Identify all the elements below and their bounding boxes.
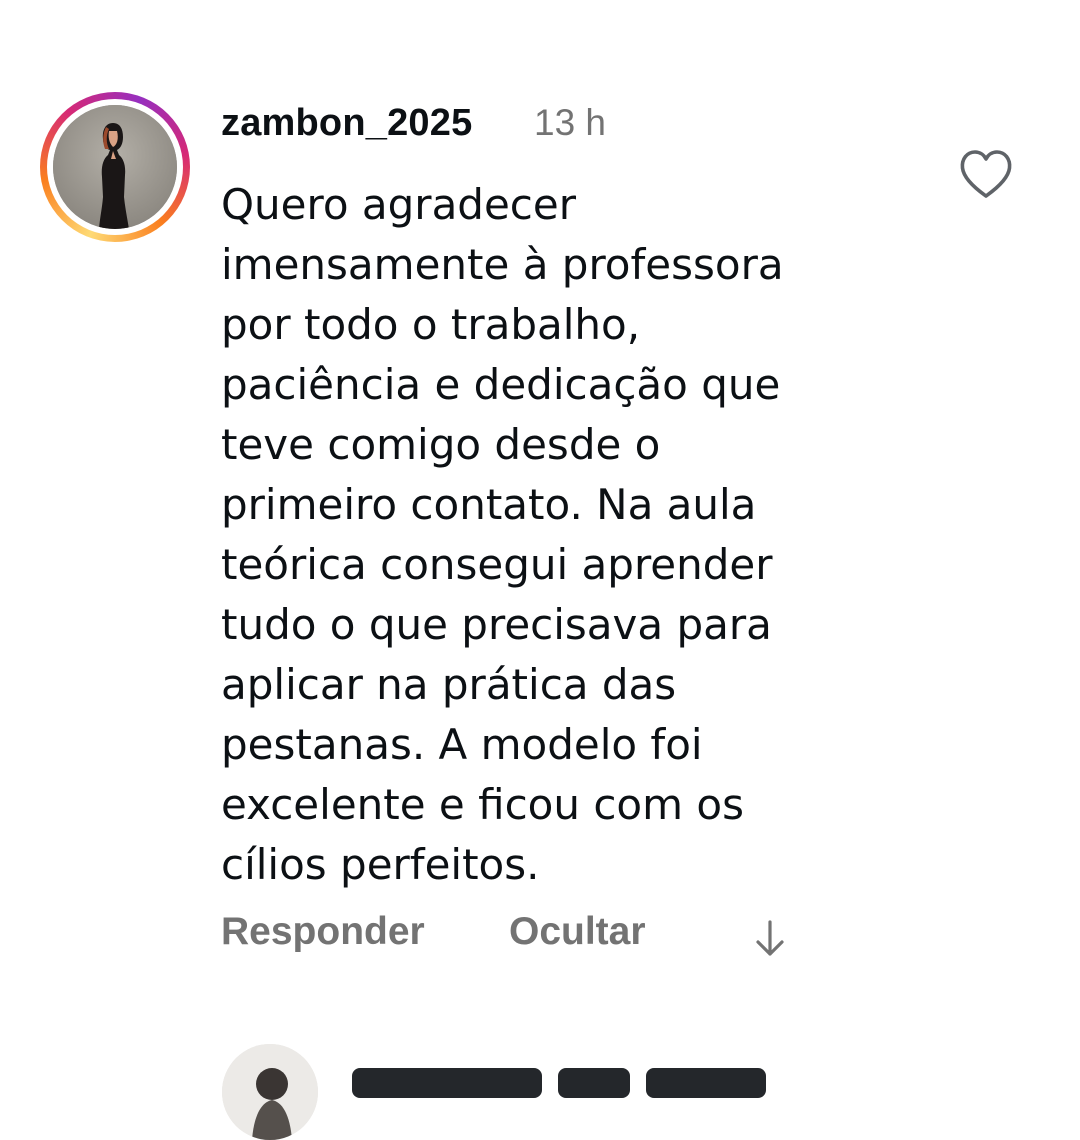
avatar-story-ring[interactable] [40, 92, 190, 242]
comment-text-line: primeiro contato. Na aula [221, 480, 757, 529]
arrow-down-icon[interactable] [750, 918, 790, 960]
comment-text-line: teórica consegui aprender [221, 540, 773, 589]
comment-text-line: imensamente à professora [221, 240, 784, 289]
comment-text: Quero agradecer imensamente à professora… [221, 175, 921, 895]
partial-text-mark [646, 1068, 766, 1098]
comment-text-line: cílios perfeitos. [221, 840, 540, 889]
next-comment-username-partial [352, 1060, 812, 1100]
comment-text-line: aplicar na prática das [221, 660, 677, 709]
reply-button[interactable]: Responder [221, 910, 425, 954]
comment-text-line: pestanas. A modelo foi [221, 720, 703, 769]
comment-text-line: tudo o que precisava para [221, 600, 772, 649]
comment-text-line: excelente e ficou com os [221, 780, 744, 829]
avatar-photo-icon [222, 1044, 318, 1140]
comment-text-line: paciência e dedicação que [221, 360, 781, 409]
partial-text-mark [352, 1068, 542, 1098]
comment-text-line: teve comigo desde o [221, 420, 661, 469]
next-comment-avatar[interactable] [222, 1044, 318, 1140]
comment-timestamp: 13 h [534, 102, 607, 143]
comment-text-line: Quero agradecer [221, 180, 577, 229]
partial-text-mark [558, 1068, 630, 1098]
hide-button[interactable]: Ocultar [509, 910, 646, 954]
comment-username[interactable]: zambon_2025 [221, 102, 472, 145]
avatar-photo-icon [53, 105, 177, 229]
avatar[interactable] [53, 105, 177, 229]
comment-text-line: por todo o trabalho, [221, 300, 641, 349]
heart-outline-icon[interactable] [958, 148, 1014, 200]
